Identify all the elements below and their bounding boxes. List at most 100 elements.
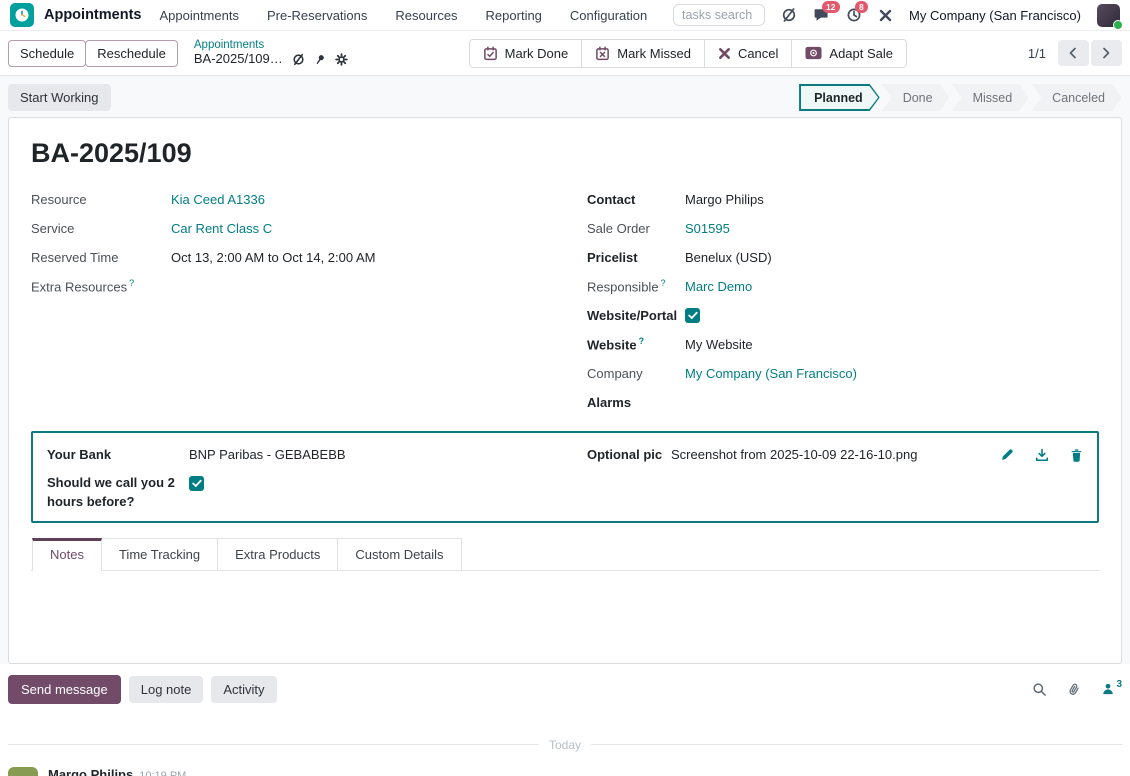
fields-column-left: Resource Kia Ceed A1336 Service Car Rent… xyxy=(31,185,543,417)
stage-planned[interactable]: Planned xyxy=(799,84,880,111)
mark-missed-button[interactable]: Mark Missed xyxy=(581,40,704,67)
messages-icon[interactable]: 12 xyxy=(813,7,830,23)
activities-clock-icon[interactable]: 8 xyxy=(846,7,862,23)
stage-pipeline: Planned Done Missed Canceled xyxy=(797,84,1122,111)
tab-custom-details[interactable]: Custom Details xyxy=(337,538,461,570)
download-icon[interactable] xyxy=(1035,448,1049,462)
website-portal-checkbox[interactable] xyxy=(685,308,700,323)
followers-icon[interactable]: 3 xyxy=(1101,682,1122,696)
field-alarms: Alarms xyxy=(587,388,1099,417)
pin-icon[interactable] xyxy=(314,53,326,66)
today-divider: Today xyxy=(8,738,1122,752)
send-message-button[interactable]: Send message xyxy=(8,675,121,704)
user-avatar[interactable] xyxy=(1097,4,1120,27)
service-link[interactable]: Car Rent Class C xyxy=(171,221,272,236)
menu-reporting[interactable]: Reporting xyxy=(486,8,542,23)
reserved-time-value[interactable]: Oct 13, 2:00 AM to Oct 14, 2:00 AM xyxy=(171,250,376,265)
form-statusbar: Start Working Planned Done Missed Cancel… xyxy=(8,76,1122,117)
attachments-paperclip-icon[interactable] xyxy=(1067,682,1081,697)
field-resource: Resource Kia Ceed A1336 xyxy=(31,185,543,214)
edit-pencil-icon[interactable] xyxy=(1000,448,1014,462)
reschedule-button[interactable]: Reschedule xyxy=(85,40,178,67)
field-website: Website? My Website xyxy=(587,330,1099,359)
your-bank-value[interactable]: BNP Paribas - GEBABEBB xyxy=(189,447,346,462)
tab-notes[interactable]: Notes xyxy=(32,538,102,571)
adapt-sale-button[interactable]: Adapt Sale xyxy=(791,40,906,67)
x-icon xyxy=(718,47,731,60)
field-sale-order: Sale Order S01595 xyxy=(587,214,1099,243)
app-brand[interactable]: Appointments xyxy=(44,7,141,23)
field-company: Company My Company (San Francisco) xyxy=(587,359,1099,388)
pager: 1/1 xyxy=(1028,40,1122,66)
pager-value: 1/1 xyxy=(1028,46,1046,61)
message-time: 10:19 PM xyxy=(139,770,186,776)
contact-value[interactable]: Margo Philips xyxy=(685,192,764,207)
field-responsible: Responsible? Marc Demo xyxy=(587,272,1099,301)
stage-canceled[interactable]: Canceled xyxy=(1031,84,1122,111)
website-value[interactable]: My Website xyxy=(685,337,753,352)
followers-count: 3 xyxy=(1116,679,1122,690)
systray: 12 8 My Company (San Francisco) xyxy=(673,4,1120,27)
pager-previous-button[interactable] xyxy=(1058,40,1089,66)
custom-fields-highlight-box: Your Bank BNP Paribas - GEBABEBB Should … xyxy=(31,431,1099,523)
pager-next-button[interactable] xyxy=(1091,40,1122,66)
company-link[interactable]: My Company (San Francisco) xyxy=(685,366,857,381)
activities-badge: 8 xyxy=(855,1,868,13)
money-bill-icon xyxy=(805,46,822,60)
fields-column-right: Contact Margo Philips Sale Order S01595 … xyxy=(587,185,1099,417)
company-switcher[interactable]: My Company (San Francisco) xyxy=(909,8,1081,23)
schedule-button-group: Schedule Reschedule xyxy=(8,40,178,67)
tools-icon[interactable] xyxy=(878,8,893,23)
field-reserved-time: Reserved Time Oct 13, 2:00 AM to Oct 14,… xyxy=(31,243,543,272)
notes-tab-content[interactable] xyxy=(31,571,1099,663)
menu-resources[interactable]: Resources xyxy=(395,8,457,23)
sync-icon[interactable] xyxy=(781,7,797,23)
schedule-button[interactable]: Schedule xyxy=(8,40,86,67)
log-note-button[interactable]: Log note xyxy=(129,676,204,703)
call-before-checkbox[interactable] xyxy=(189,476,204,491)
field-service: Service Car Rent Class C xyxy=(31,214,543,243)
calendar-check-icon xyxy=(483,46,498,61)
menu-appointments[interactable]: Appointments xyxy=(159,8,239,23)
search-messages-icon[interactable] xyxy=(1032,682,1047,697)
stage-missed[interactable]: Missed xyxy=(952,84,1030,111)
optional-pic-filename[interactable]: Screenshot from 2025-10-09 22-16-10.png xyxy=(671,447,917,462)
chatter-message: M Margo Philips 10:19 PM New appointment xyxy=(8,767,1122,776)
appointments-app-icon[interactable] xyxy=(10,3,34,27)
stage-done[interactable]: Done xyxy=(882,84,950,111)
field-call-before: Should we call you 2 hours before? xyxy=(47,473,543,512)
tasks-search-input[interactable] xyxy=(673,4,765,26)
message-author[interactable]: Margo Philips xyxy=(48,767,133,776)
activity-button[interactable]: Activity xyxy=(211,676,276,703)
field-optional-pic: Optional pic Screenshot from 2025-10-09 … xyxy=(587,440,1083,469)
breadcrumb-current: BA-2025/109… xyxy=(194,52,283,67)
field-pricelist: Pricelist Benelux (USD) xyxy=(587,243,1099,272)
record-action-buttons: Mark Done Mark Missed Cancel xyxy=(469,39,907,68)
online-status-dot xyxy=(1113,20,1123,30)
cancel-button[interactable]: Cancel xyxy=(704,40,791,67)
trash-icon[interactable] xyxy=(1070,448,1083,462)
control-panel: Schedule Reschedule Appointments BA-2025… xyxy=(0,31,1130,76)
gear-icon[interactable] xyxy=(335,53,348,66)
record-title: BA-2025/109 xyxy=(31,138,1099,169)
pricelist-value[interactable]: Benelux (USD) xyxy=(685,250,772,265)
resource-link[interactable]: Kia Ceed A1336 xyxy=(171,192,265,207)
menu-configuration[interactable]: Configuration xyxy=(570,8,647,23)
sale-order-link[interactable]: S01595 xyxy=(685,221,730,236)
message-avatar: M xyxy=(8,767,38,776)
field-extra-resources: Extra Resources? xyxy=(31,272,543,301)
responsible-link[interactable]: Marc Demo xyxy=(685,279,752,294)
breadcrumb: Appointments BA-2025/109… xyxy=(194,39,348,67)
tab-time-tracking[interactable]: Time Tracking xyxy=(101,538,218,570)
messages-badge: 12 xyxy=(822,1,839,13)
mark-done-button[interactable]: Mark Done xyxy=(470,40,582,67)
record-sync-icon[interactable] xyxy=(292,53,305,66)
tab-extra-products[interactable]: Extra Products xyxy=(217,538,338,570)
main-menu: Appointments Pre-Reservations Resources … xyxy=(159,8,647,23)
help-icon: ? xyxy=(661,278,666,288)
top-navbar: Appointments Appointments Pre-Reservatio… xyxy=(0,0,1130,31)
calendar-x-icon xyxy=(595,46,610,61)
start-working-button[interactable]: Start Working xyxy=(8,84,111,111)
form-sheet: BA-2025/109 Resource Kia Ceed A1336 Serv… xyxy=(8,117,1122,664)
menu-pre-reservations[interactable]: Pre-Reservations xyxy=(267,8,367,23)
